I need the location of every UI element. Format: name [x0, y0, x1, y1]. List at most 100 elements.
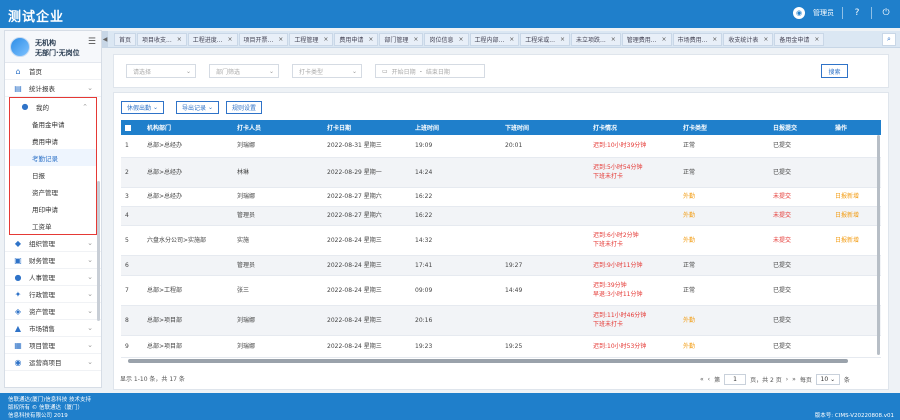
select-all-checkbox[interactable] — [121, 120, 143, 135]
tab-project-income[interactable]: 项目收支... × — [137, 32, 187, 46]
sidebar-item-home[interactable]: ⌂ 首页 — [5, 63, 101, 80]
table-row[interactable]: 9 总部>项目部 刘瑞娜 2022-08-24 星期三 19:23 19:25 … — [121, 335, 881, 358]
sidebar-item-finance[interactable]: ▣ 财务管理 ⌄ — [5, 252, 101, 269]
col-actions: 操作 — [831, 120, 881, 135]
search-button[interactable]: 搜索 — [821, 64, 848, 78]
sidebar-item-admin[interactable]: ✦ 行政管理 ⌄ — [5, 286, 101, 303]
table-row[interactable]: 2 总部>总经办 林琳 2022-08-29 星期一 14:24 迟到:5小时5… — [121, 157, 881, 188]
org-select[interactable]: 请选择 ⌄ — [126, 64, 196, 78]
cell-person: 张三 — [233, 275, 323, 306]
cell-report: 已提交 — [769, 157, 831, 188]
last-page-icon[interactable]: » — [792, 376, 796, 383]
chevron-down-icon: ⌄ — [87, 273, 93, 281]
tab-expense[interactable]: 费用申请 × — [334, 32, 379, 46]
add-report-link[interactable]: 日报新增 — [831, 187, 881, 207]
next-page-icon[interactable]: › — [786, 376, 788, 383]
button-label: 休假出勤 — [127, 105, 152, 112]
tab-income-stats[interactable]: 收支统计表 × — [723, 32, 774, 46]
tab-market-expense[interactable]: 市场费用... × — [672, 32, 723, 46]
sidebar-scrollbar[interactable] — [97, 181, 100, 321]
leave-export-button[interactable]: 休假出勤 ⌄ — [121, 101, 164, 114]
tab-engineering[interactable]: 工程管理 × — [289, 32, 334, 46]
sidebar-item-reports[interactable]: ▤ 统计报表 ⌄ — [5, 80, 101, 97]
tab-search-icon[interactable]: ⌕ — [882, 33, 896, 46]
per-page-select[interactable]: 10 ⌄ — [815, 374, 840, 385]
cell-type: 正常 — [679, 255, 769, 276]
sidebar-item-project[interactable]: ▦ 项目管理 ⌄ — [5, 337, 101, 354]
table-vertical-scrollbar[interactable] — [877, 135, 880, 355]
sidebar-item-label: 市场销售 — [29, 325, 55, 333]
close-icon[interactable]: × — [763, 36, 768, 43]
type-select[interactable]: 打卡类型 ⌄ — [292, 64, 362, 78]
table-row[interactable]: 8 总部>项目部 刘瑞娜 2022-08-24 星期三 20:16 迟到:11小… — [121, 305, 881, 336]
tab-dept[interactable]: 部门管理 × — [379, 32, 424, 46]
page-input[interactable]: 1 — [724, 374, 747, 385]
table-row[interactable]: 5 六盘水分公司>实施部 实施 2022-08-24 星期三 14:32 迟到:… — [121, 225, 881, 256]
export-records-button[interactable]: 导出记录 ⌄ — [176, 101, 219, 114]
cell-date: 2022-08-24 星期三 — [323, 275, 411, 306]
close-icon[interactable]: × — [228, 36, 233, 43]
sidebar-item-attendance[interactable]: 考勤记录 — [10, 149, 96, 166]
tab-mgmt-expense[interactable]: 管理费用... × — [621, 32, 672, 46]
sidebar-item-org[interactable]: ◆ 组织管理 ⌄ — [5, 235, 101, 252]
close-icon[interactable]: × — [323, 36, 328, 43]
close-icon[interactable]: × — [458, 36, 463, 43]
dept-select[interactable]: 部门筛选 ⌄ — [209, 64, 279, 78]
tab-petty-cash[interactable]: 备用金申请 × — [774, 32, 825, 46]
tab-position[interactable]: 岗位信息 × — [424, 32, 469, 46]
help-icon[interactable]: ? — [851, 7, 863, 19]
close-icon[interactable]: × — [560, 36, 565, 43]
tab-home[interactable]: 首页 — [114, 32, 137, 46]
sidebar-item-seal[interactable]: 用印申请 — [10, 200, 96, 217]
logout-icon[interactable]: ⏻ — [880, 7, 892, 19]
col-clock-in: 上班时间 — [411, 120, 501, 135]
first-page-icon[interactable]: « — [700, 376, 704, 383]
close-icon[interactable]: × — [177, 36, 182, 43]
sidebar-item-daily-report[interactable]: 日报 — [10, 166, 96, 183]
close-icon[interactable]: × — [814, 36, 819, 43]
table-row[interactable]: 3 总部>总经办 刘瑞娜 2022-08-27 星期六 16:22 外勤 未提交… — [121, 187, 881, 207]
date-range-input[interactable]: ▭ 开始日期 - 结束日期 — [375, 64, 485, 78]
close-icon[interactable]: × — [611, 36, 616, 43]
menu-toggle-icon[interactable]: ☰ — [88, 37, 96, 47]
col-date: 打卡日期 — [323, 120, 411, 135]
table-row[interactable]: 7 总部>工程部 张三 2022-08-24 星期三 09:09 14:49 迟… — [121, 275, 881, 306]
user-name[interactable]: 管理员 — [813, 8, 834, 18]
tab-internal[interactable]: 工程内部... × — [469, 32, 520, 46]
avatar[interactable]: ◉ — [793, 7, 805, 19]
attendance-table: 机构部门 打卡人员 打卡日期 上班时间 下班时间 打卡情况 打卡类型 日报提交 … — [121, 120, 881, 364]
sidebar-item-mine[interactable]: ● 我的 ⌃ — [10, 98, 96, 115]
table-horizontal-scrollbar[interactable] — [128, 359, 848, 363]
prev-page-icon[interactable]: ‹ — [708, 376, 710, 383]
close-icon[interactable]: × — [712, 36, 717, 43]
close-icon[interactable]: × — [662, 36, 667, 43]
close-icon[interactable]: × — [413, 36, 418, 43]
sidebar-item-asset-mgmt[interactable]: ◈ 资产管理 ⌄ — [5, 303, 101, 320]
table-row[interactable]: 6 管理员 2022-08-24 星期三 17:41 19:27 迟到:9小时1… — [121, 255, 881, 276]
sidebar-item-expense[interactable]: 费用申请 — [10, 132, 96, 149]
tab-invoice[interactable]: 项目开票... × — [238, 32, 289, 46]
sidebar-item-hr[interactable]: ● 人事管理 ⌄ — [5, 269, 101, 286]
cell-actions — [831, 255, 881, 276]
cell-type: 正常 — [679, 135, 769, 158]
sidebar-item-market[interactable]: ▲ 市场销售 ⌄ — [5, 320, 101, 337]
my-submenu: ● 我的 ⌃ 备用金申请 费用申请 考勤记录 日报 资产管理 用印申请 工资单 — [9, 97, 97, 235]
tab-progress[interactable]: 工程进度... × — [187, 32, 238, 46]
sidebar-item-operator[interactable]: ◉ 运营商项目 ⌄ — [5, 354, 101, 371]
checkbox-icon[interactable] — [125, 124, 131, 131]
table-row[interactable]: 1 总部>总经办 刘瑞娜 2022-08-31 星期三 19:09 20:01 … — [121, 135, 881, 158]
close-icon[interactable]: × — [509, 36, 514, 43]
cell-person: 管理员 — [233, 206, 323, 226]
table-row[interactable]: 4 管理员 2022-08-27 星期六 16:22 外勤 未提交 日报新增 — [121, 206, 881, 226]
start-date-placeholder: 开始日期 — [391, 68, 416, 76]
add-report-link[interactable]: 日报新增 — [831, 206, 881, 226]
tab-procurement[interactable]: 工程采或... × — [520, 32, 571, 46]
tab-unapproved[interactable]: 未立项跌... × — [571, 32, 621, 46]
add-report-link[interactable]: 日报新增 — [831, 225, 881, 256]
sidebar-item-payslip[interactable]: 工资单 — [10, 217, 96, 234]
sidebar-item-petty-cash[interactable]: 备用金申请 — [10, 115, 96, 132]
sidebar-item-assets[interactable]: 资产管理 — [10, 183, 96, 200]
rule-settings-button[interactable]: 规则设置 — [226, 101, 263, 114]
close-icon[interactable]: × — [368, 36, 373, 43]
close-icon[interactable]: × — [278, 36, 283, 43]
